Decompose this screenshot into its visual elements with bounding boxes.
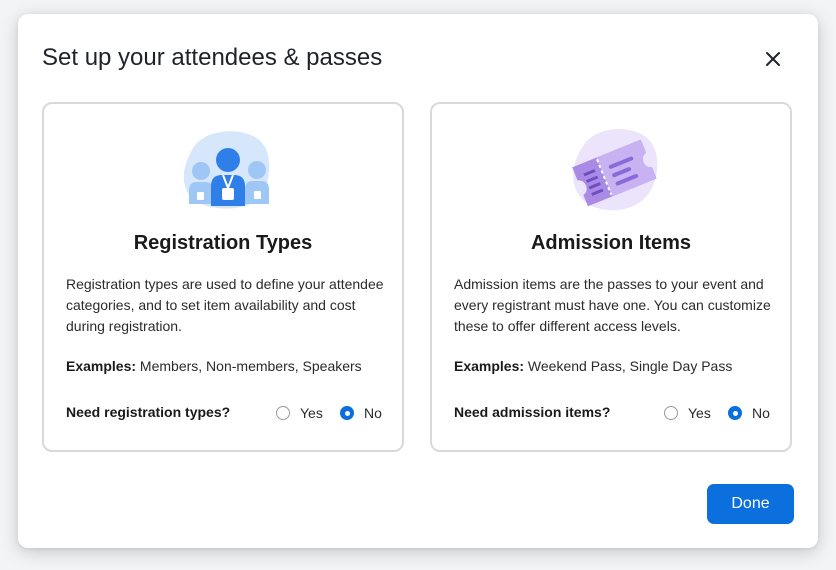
card-description: Admission items are the passes to your e… <box>454 276 771 334</box>
card-title: Admission Items <box>530 232 692 254</box>
examples-label: Examples: <box>454 358 525 374</box>
question-label: Need registration types? <box>66 404 231 420</box>
close-button[interactable] <box>758 44 788 74</box>
examples-label: Examples: <box>66 358 137 374</box>
no-radio[interactable] <box>340 406 354 420</box>
registration-types-question: Need registration types? Yes No <box>66 402 386 424</box>
card-examples: Examples: Members, Non-members, Speakers <box>66 358 396 374</box>
yes-label: Yes <box>300 405 323 421</box>
attendees-group-icon <box>171 122 277 214</box>
examples-value: Members, Non-members, Speakers <box>136 358 362 374</box>
setup-dialog: Set up your attendees & passes Registrat… <box>18 14 818 548</box>
no-radio[interactable] <box>728 406 742 420</box>
done-button[interactable]: Done <box>707 484 794 524</box>
yes-label: Yes <box>688 405 711 421</box>
card-examples: Examples: Weekend Pass, Single Day Pass <box>454 358 784 374</box>
yes-radio[interactable] <box>664 406 678 420</box>
close-icon <box>766 52 780 66</box>
question-label: Need admission items? <box>454 404 611 420</box>
no-label: No <box>752 405 770 421</box>
registration-types-no-option[interactable]: No <box>340 402 382 424</box>
dialog-title: Set up your attendees & passes <box>42 44 383 71</box>
registration-types-yes-option[interactable]: Yes <box>276 402 323 424</box>
no-label: No <box>364 405 382 421</box>
examples-value: Weekend Pass, Single Day Pass <box>524 358 733 374</box>
registration-types-card: Registration Types Registration types ar… <box>42 102 404 452</box>
admission-items-yes-option[interactable]: Yes <box>664 402 711 424</box>
ticket-icon <box>559 122 665 214</box>
admission-items-no-option[interactable]: No <box>728 402 770 424</box>
card-title: Registration Types <box>133 232 313 254</box>
admission-items-question: Need admission items? Yes No <box>454 402 774 424</box>
admission-items-card: Admission Items Admission items are the … <box>430 102 792 452</box>
card-description: Registration types are used to define yo… <box>66 276 384 334</box>
yes-radio[interactable] <box>276 406 290 420</box>
